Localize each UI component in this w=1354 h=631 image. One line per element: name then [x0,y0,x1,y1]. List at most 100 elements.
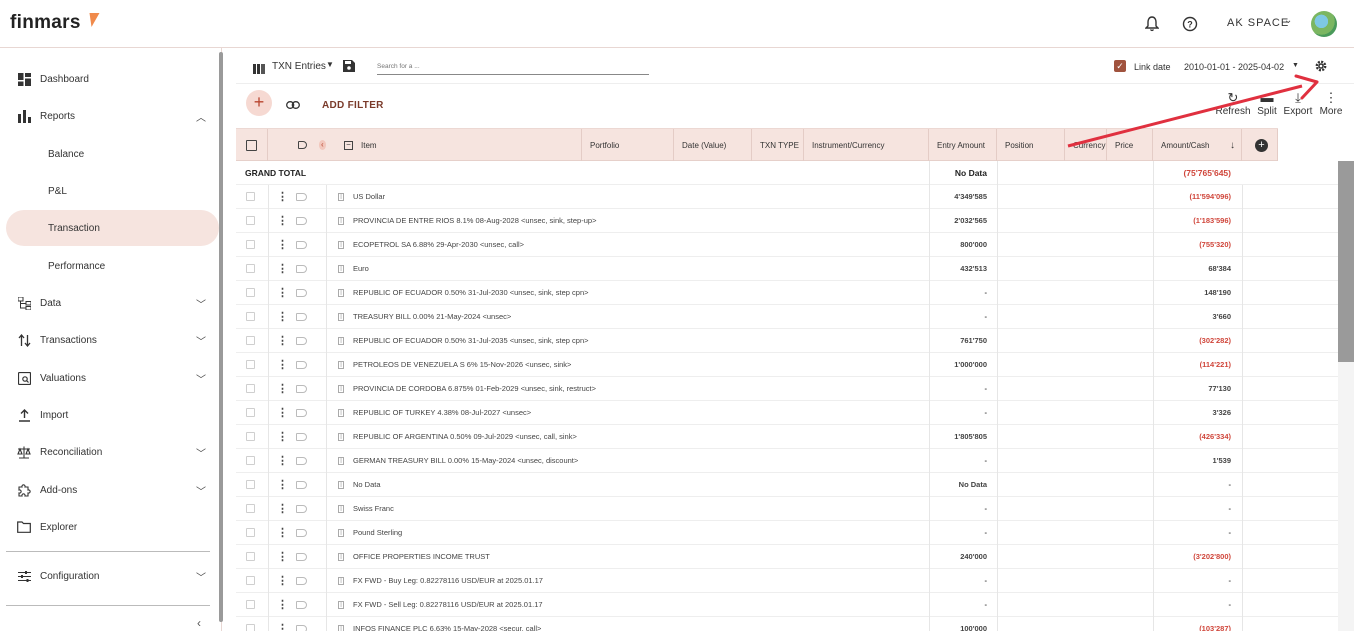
more-vert-icon[interactable]: ⋮ [277,550,288,563]
column-header-amount-cash[interactable]: Amount/Cash ↓ [1153,129,1242,161]
row-checkbox[interactable] [246,480,255,489]
tag-icon[interactable] [296,192,307,201]
caret-down-icon[interactable]: ▼ [326,60,334,69]
help-icon[interactable]: ? [1179,13,1201,35]
row-checkbox[interactable] [246,312,255,321]
table-row[interactable]: ⋮ | REPUBLIC OF ARGENTINA 0.50% 09-Jul-202… [236,425,1338,449]
row-checkbox[interactable] [246,576,255,585]
more-vert-icon[interactable]: ⋮ [277,310,288,323]
sort-desc-icon[interactable]: ↓ [1230,140,1235,151]
collapse-left-icon[interactable]: ‹ [318,140,326,150]
tag-icon[interactable] [296,360,307,369]
tag-icon[interactable] [296,456,307,465]
add-button[interactable]: + [246,90,272,116]
row-checkbox[interactable] [246,504,255,513]
column-header-txn-type[interactable]: TXN TYPE [752,129,804,161]
tag-icon[interactable] [296,528,307,537]
sidebar-item-valuations[interactable]: Valuations ﹀ [0,360,219,396]
table-row[interactable]: ⋮ | PROVINCIA DE ENTRE RIOS 8.1% 08-Aug-20… [236,209,1338,233]
more-vert-icon[interactable]: ⋮ [277,358,288,371]
sidebar-item-pnl[interactable]: P&L [0,173,219,209]
row-checkbox[interactable] [246,384,255,393]
avatar[interactable] [1311,11,1337,37]
tag-icon[interactable] [298,141,307,149]
link-date-checkbox[interactable]: ✓ [1114,60,1126,72]
grid-scrollbar-thumb[interactable] [1338,161,1354,362]
sidebar-item-addons[interactable]: Add-ons ﹀ [0,472,219,508]
sidebar-item-dashboard[interactable]: Dashboard [0,61,219,97]
space-selector[interactable]: AK SPACE [1227,17,1289,29]
row-checkbox[interactable] [246,624,255,631]
more-vert-icon[interactable]: ⋮ [277,502,288,515]
more-vert-icon[interactable]: ⋮ [277,238,288,251]
column-header-date-value[interactable]: Date (Value) [674,129,752,161]
layout-selector[interactable]: TXN Entries [272,61,326,72]
table-row[interactable]: ⋮ | REPUBLIC OF ECUADOR 0.50% 31-Jul-2030 … [236,281,1338,305]
more-vert-icon[interactable]: ⋮ [277,190,288,203]
row-checkbox[interactable] [246,288,255,297]
collapse-sidebar-icon[interactable]: ‹ [197,616,201,630]
tag-icon[interactable] [296,240,307,249]
column-header-item[interactable]: − Item [336,129,582,161]
sidebar-item-data[interactable]: Data ﹀ [0,285,219,321]
bell-icon[interactable] [1141,13,1163,35]
tag-icon[interactable] [296,624,307,631]
more-vert-icon[interactable]: ⋮ [277,478,288,491]
table-row[interactable]: ⋮ | PROVINCIA DE CORDOBA 6.875% 01-Feb-202… [236,377,1338,401]
row-checkbox[interactable] [246,456,255,465]
table-row[interactable]: ⋮ | INFOS FINANCE PLC 6.63% 15-May-2028 <s… [236,617,1338,631]
caret-down-icon[interactable]: ▼ [1292,62,1299,69]
row-checkbox[interactable] [246,216,255,225]
gear-icon[interactable] [1314,59,1328,78]
table-row[interactable]: ⋮ | ECOPETROL SA 6.88% 29-Apr-2030 <unsec,… [236,233,1338,257]
table-row[interactable]: ⋮ | TREASURY BILL 0.00% 21-May-2024 <unsec… [236,305,1338,329]
column-header-currency[interactable]: Currency [1065,129,1107,161]
row-checkbox[interactable] [246,600,255,609]
select-all-checkbox[interactable] [246,139,257,151]
more-vert-icon[interactable]: ⋮ [277,598,288,611]
more-vert-icon[interactable]: ⋮ [277,334,288,347]
tag-icon[interactable] [296,264,307,273]
column-header-instrument-currency[interactable]: Instrument/Currency [804,129,929,161]
table-row[interactable]: ⋮ | US Dollar 4'349'585 (11'594'096) [236,185,1338,209]
date-range-picker[interactable]: 2010-01-01 - 2025-04-02 [1184,62,1284,72]
export-button[interactable]: ⤓ Export [1280,90,1316,117]
more-vert-icon[interactable]: ⋮ [277,526,288,539]
link-icon[interactable] [286,96,300,114]
table-row[interactable]: ⋮ | REPUBLIC OF TURKEY 4.38% 08-Jul-2027 <… [236,401,1338,425]
column-header-entry-amount[interactable]: Entry Amount [929,129,997,161]
more-button[interactable]: ⋮ More [1313,90,1349,117]
sidebar-scrollbar[interactable] [219,52,223,622]
sidebar-item-transaction[interactable]: Transaction [6,210,219,246]
tag-icon[interactable] [296,408,307,417]
tag-icon[interactable] [296,384,307,393]
sidebar-item-import[interactable]: Import [0,397,219,433]
more-vert-icon[interactable]: ⋮ [277,574,288,587]
sidebar-item-reconciliation[interactable]: Reconciliation ﹀ [0,434,219,470]
tag-icon[interactable] [296,576,307,585]
tag-icon[interactable] [296,312,307,321]
more-vert-icon[interactable]: ⋮ [277,262,288,275]
sidebar-item-reports[interactable]: Reports ︿ [0,98,219,134]
row-checkbox[interactable] [246,240,255,249]
row-checkbox[interactable] [246,552,255,561]
tag-icon[interactable] [296,504,307,513]
more-vert-icon[interactable]: ⋮ [277,382,288,395]
sidebar-item-performance[interactable]: Performance [0,248,219,284]
row-checkbox[interactable] [246,264,255,273]
tag-icon[interactable] [296,216,307,225]
more-vert-icon[interactable]: ⋮ [277,454,288,467]
row-checkbox[interactable] [246,336,255,345]
app-logo[interactable]: finmars [10,12,81,34]
more-vert-icon[interactable]: ⋮ [277,286,288,299]
table-row[interactable]: ⋮ | OFFICE PROPERTIES INCOME TRUST 240'000 (… [236,545,1338,569]
column-header-portfolio[interactable]: Portfolio [582,129,674,161]
tag-icon[interactable] [296,432,307,441]
table-row[interactable]: ⋮ | PETROLEOS DE VENEZUELA S 6% 15-Nov-202… [236,353,1338,377]
tag-icon[interactable] [296,480,307,489]
table-row[interactable]: ⋮ | Swiss Franc - - [236,497,1338,521]
column-header-position[interactable]: Position [997,129,1065,161]
column-header-price[interactable]: Price [1107,129,1153,161]
table-row[interactable]: ⋮ | REPUBLIC OF ECUADOR 0.50% 31-Jul-2035 … [236,329,1338,353]
collapse-group-icon[interactable]: − [344,140,353,150]
